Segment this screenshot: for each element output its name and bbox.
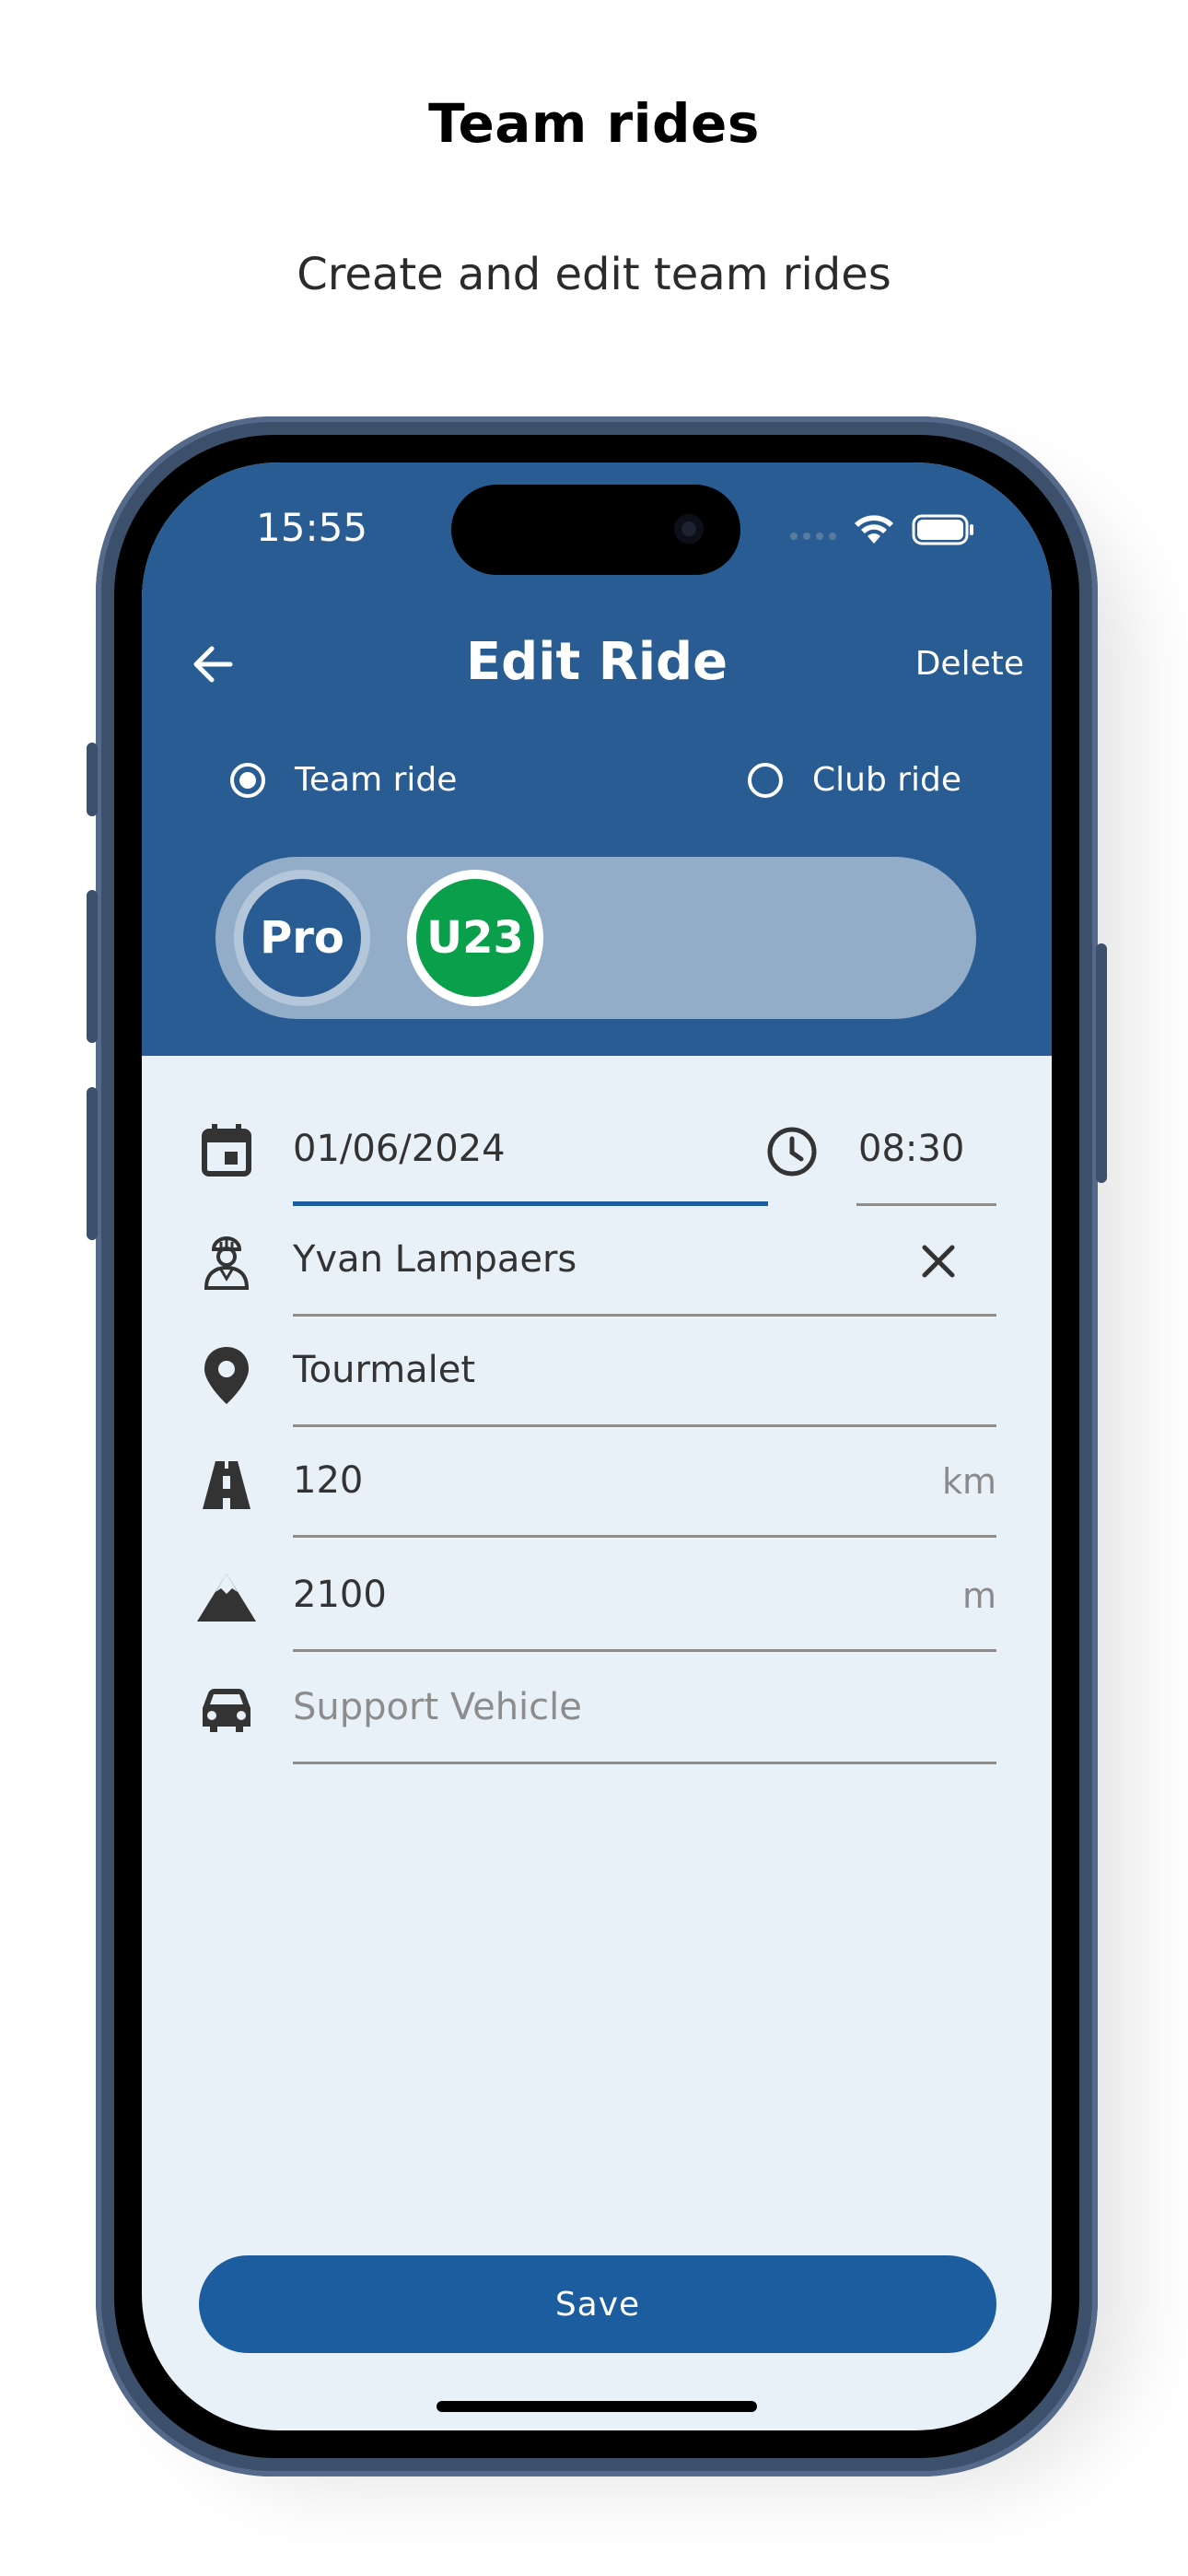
road-icon	[203, 1461, 250, 1509]
promo-title: Team rides	[428, 92, 760, 155]
radio-club-ride[interactable]: Club ride	[748, 761, 961, 799]
cyclist-icon	[204, 1236, 250, 1290]
distance-unit: km	[941, 1461, 996, 1502]
distance-field[interactable]: 120	[293, 1459, 363, 1502]
location-field-underline	[293, 1424, 996, 1427]
radio-label-club-ride: Club ride	[812, 761, 962, 799]
rider-row: Yvan Lampaers	[142, 1229, 1052, 1340]
wifi-icon	[855, 515, 893, 544]
location-row: Tourmalet	[142, 1340, 1052, 1450]
distance-row: 120 km	[142, 1450, 1052, 1561]
elevation-unit: m	[961, 1575, 996, 1616]
car-icon	[203, 1689, 250, 1732]
distance-field-underline	[293, 1535, 996, 1538]
date-field-underline	[293, 1201, 768, 1206]
elevation-field-underline	[293, 1649, 996, 1652]
battery-icon	[912, 514, 973, 545]
radio-label-team-ride: Team ride	[295, 761, 458, 799]
time-field-underline	[856, 1203, 996, 1206]
promo-subtitle: Create and edit team rides	[297, 249, 891, 300]
location-field[interactable]: Tourmalet	[293, 1349, 475, 1391]
cellular-signal-icon	[790, 533, 836, 540]
location-pin-icon	[204, 1347, 249, 1404]
radio-button-unselected[interactable]	[748, 762, 783, 798]
phone-volume-up-button	[87, 890, 98, 1043]
home-indicator	[437, 2401, 757, 2412]
date-field[interactable]: 01/06/2024	[293, 1128, 506, 1170]
app-bar: 15:55 Edit Ride Delete Team ride Club ri…	[142, 463, 1052, 1056]
status-time: 15:55	[256, 505, 368, 550]
mountain-icon	[197, 1574, 256, 1622]
rider-field[interactable]: Yvan Lampaers	[293, 1238, 577, 1281]
elevation-field[interactable]: 2100	[293, 1574, 387, 1616]
vehicle-field-underline	[293, 1762, 996, 1764]
elevation-row: 2100 m	[142, 1561, 1052, 1671]
phone-volume-down-button	[87, 1087, 98, 1240]
front-camera	[674, 514, 704, 544]
support-vehicle-field[interactable]: Support Vehicle	[293, 1686, 582, 1728]
close-icon[interactable]	[915, 1238, 961, 1284]
phone-power-button	[1096, 943, 1107, 1183]
radio-team-ride[interactable]: Team ride	[230, 761, 457, 799]
calendar-icon	[202, 1124, 251, 1177]
time-field[interactable]: 08:30	[858, 1128, 964, 1170]
team-chip-pro[interactable]: Pro	[234, 870, 370, 1006]
clock-icon	[767, 1127, 817, 1177]
team-chip-u23[interactable]: U23	[407, 870, 543, 1006]
radio-button-selected[interactable]	[230, 762, 265, 798]
vehicle-row: Support Vehicle	[142, 1671, 1052, 1782]
delete-button[interactable]: Delete	[915, 645, 1024, 683]
save-button[interactable]: Save	[199, 2255, 996, 2353]
rider-field-underline	[293, 1314, 996, 1317]
team-selector: Pro U23	[215, 857, 976, 1019]
phone-screen: 15:55 Edit Ride Delete Team ride Club ri…	[142, 463, 1052, 2430]
date-time-row: 01/06/2024 08:30	[142, 1118, 1052, 1229]
phone-action-button	[87, 743, 98, 816]
